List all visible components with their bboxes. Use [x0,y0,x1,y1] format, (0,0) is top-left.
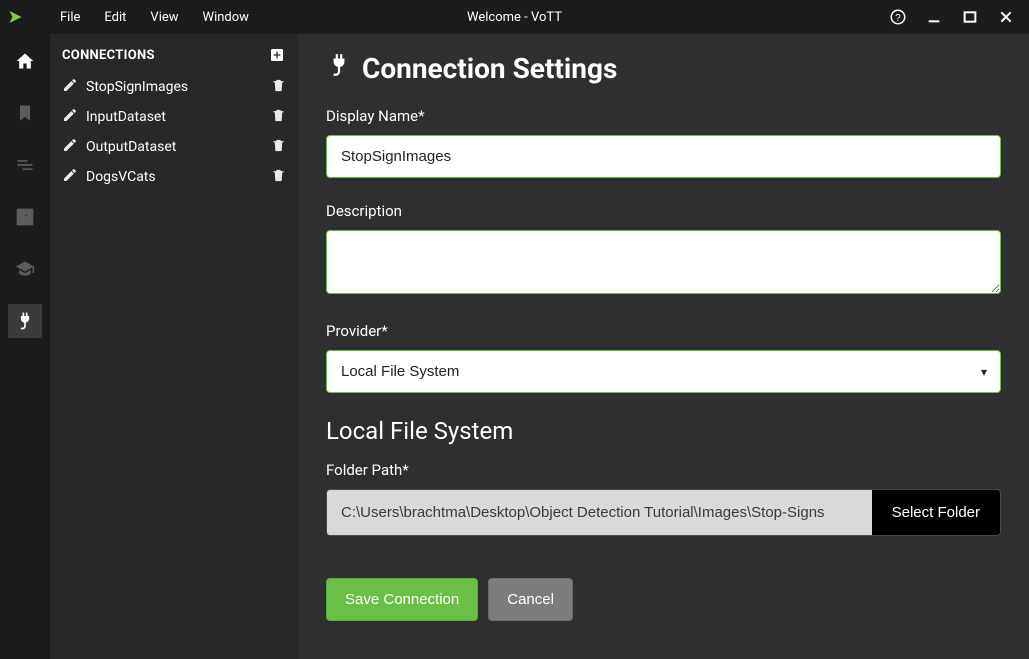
connections-sidebar: CONNECTIONS StopSignImages InputDataset … [50,34,298,659]
connection-list: StopSignImages InputDataset OutputDatase… [50,72,298,192]
connection-label: DogsVCats [86,169,263,185]
edit-icon [62,167,78,187]
provider-label: Provider* [326,322,1001,340]
sidebar-title: CONNECTIONS [62,48,155,63]
trash-icon[interactable] [271,138,286,157]
maximize-icon[interactable] [961,8,979,26]
connection-item[interactable]: InputDataset [50,102,298,132]
titlebar: File Edit View Window Welcome - VoTT ? [0,0,1029,34]
menu-file[interactable]: File [50,6,90,29]
nav-education-icon[interactable] [8,252,42,286]
nav-plug-icon[interactable] [8,304,42,338]
connection-item[interactable]: StopSignImages [50,72,298,102]
menu-window[interactable]: Window [193,6,259,29]
connection-label: OutputDataset [86,139,263,155]
save-connection-button[interactable]: Save Connection [326,578,478,621]
provider-select[interactable]: Local File System [326,350,1001,393]
cancel-button[interactable]: Cancel [488,578,573,621]
window-title: Welcome - VoTT [467,10,562,25]
app-menu: File Edit View Window [50,6,259,29]
description-label: Description [326,202,1001,220]
trash-icon[interactable] [271,78,286,97]
minimize-icon[interactable] [925,8,943,26]
add-connection-button[interactable] [268,46,286,64]
folder-path-label: Folder Path* [326,461,1001,479]
plug-icon [326,52,352,85]
select-folder-button[interactable]: Select Folder [872,489,1001,536]
trash-icon[interactable] [271,168,286,187]
connection-label: StopSignImages [86,79,263,95]
nav-bookmark-icon[interactable] [8,96,42,130]
menu-view[interactable]: View [140,6,188,29]
page-title: Connection Settings [326,52,1001,85]
edit-icon [62,77,78,97]
display-name-label: Display Name* [326,107,1001,125]
local-file-system-heading: Local File System [326,417,1001,445]
connection-label: InputDataset [86,109,263,125]
nav-sliders-icon[interactable] [8,148,42,182]
menu-edit[interactable]: Edit [94,6,136,29]
description-input[interactable] [326,230,1001,294]
connection-item[interactable]: DogsVCats [50,162,298,192]
app-logo [0,8,34,26]
edit-icon [62,137,78,157]
nav-home-icon[interactable] [8,44,42,78]
main-content: Connection Settings Display Name* Descri… [298,34,1029,659]
svg-text:?: ? [895,13,901,24]
left-nav [0,34,50,659]
close-icon[interactable] [997,8,1015,26]
display-name-input[interactable] [326,135,1001,178]
edit-icon [62,107,78,127]
nav-metrics-icon[interactable] [8,200,42,234]
folder-path-input[interactable] [326,489,872,536]
help-icon[interactable]: ? [889,8,907,26]
trash-icon[interactable] [271,108,286,127]
connection-item[interactable]: OutputDataset [50,132,298,162]
